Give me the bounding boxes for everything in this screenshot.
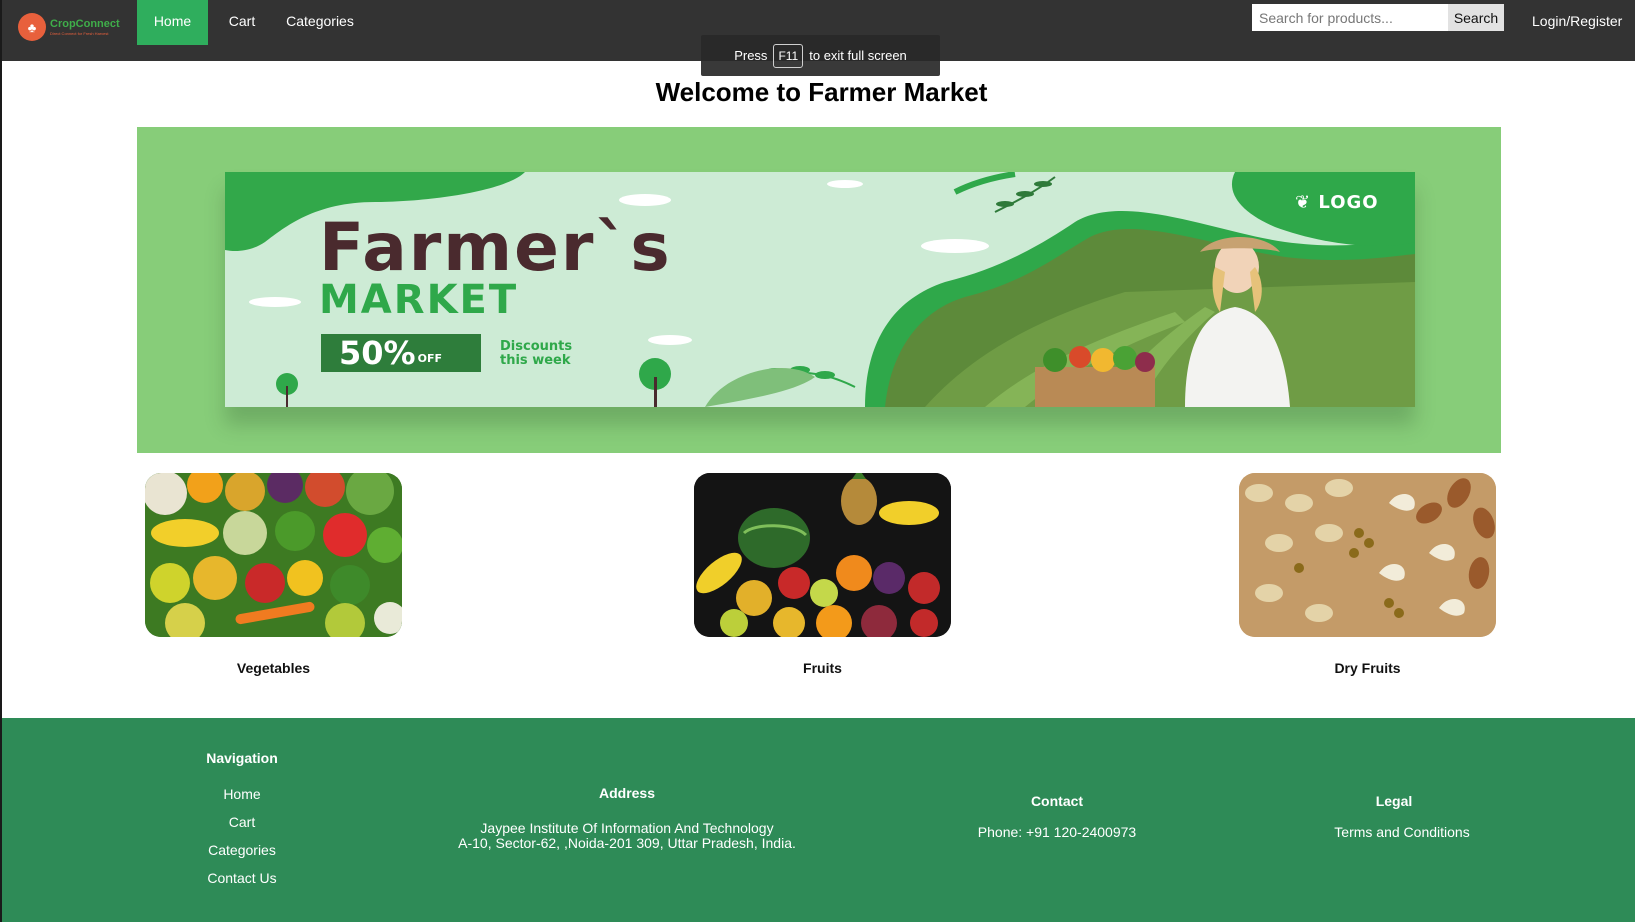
fruits-image[interactable] xyxy=(694,473,951,637)
footer: Navigation Home Cart Categories Contact … xyxy=(2,718,1635,922)
hero-banner: Farmer`s MARKET 50% OFF Discounts this w… xyxy=(225,172,1415,407)
login-register-link[interactable]: Login/Register xyxy=(1532,0,1622,42)
farmer-logo-icon: ♣ xyxy=(18,13,46,41)
footer-legal: Legal Terms and Conditions xyxy=(1302,793,1502,840)
dry-fruits-photo xyxy=(1239,473,1496,637)
category-card-vegetables[interactable]: Vegetables xyxy=(145,473,402,676)
footer-address-line-1: Jaypee Institute Of Information And Tech… xyxy=(480,820,774,836)
brand-tagline: Direct Connect for Fresh Harvest xyxy=(50,30,109,36)
fullscreen-hint: Press F11 to exit full screen xyxy=(701,35,940,76)
search-button[interactable]: Search xyxy=(1448,4,1504,31)
discount-caption: Discounts this week xyxy=(500,340,610,367)
footer-navigation: Navigation Home Cart Categories Contact … xyxy=(142,750,342,892)
vegetables-image[interactable] xyxy=(145,473,402,637)
vegetables-photo xyxy=(145,473,402,637)
category-label-fruits[interactable]: Fruits xyxy=(694,660,951,676)
search-input[interactable] xyxy=(1252,4,1448,31)
banner-logo-text: LOGO xyxy=(1318,192,1379,213)
nav-cart-link[interactable]: Cart xyxy=(212,0,272,45)
discount-value: 50% xyxy=(339,334,416,372)
discount-suffix: OFF xyxy=(417,351,442,365)
dry-fruits-image[interactable] xyxy=(1239,473,1496,637)
brand-text: CropConnect Direct Connect for Fresh Har… xyxy=(50,17,120,36)
discount-line-1: Discounts xyxy=(500,339,573,354)
footer-link-home[interactable]: Home xyxy=(142,780,342,808)
category-card-dry-fruits[interactable]: Dry Fruits xyxy=(1239,473,1496,676)
brand-name: CropConnect xyxy=(50,17,120,30)
discount-badge: 50% OFF xyxy=(321,334,481,372)
page: ♣ CropConnect Direct Connect for Fresh H… xyxy=(2,0,1635,922)
page-title: Welcome to Farmer Market xyxy=(655,77,988,107)
footer-address-title: Address xyxy=(598,785,656,801)
footer-navigation-title: Navigation xyxy=(206,750,278,766)
fullscreen-hint-key: F11 xyxy=(773,43,804,68)
footer-contact: Contact Phone: +91 120-2400973 xyxy=(937,793,1177,840)
category-card-fruits[interactable]: Fruits xyxy=(694,473,951,676)
footer-address-line-2: A-10, Sector-62, ,Noida-201 309, Uttar P… xyxy=(458,835,796,851)
footer-legal-title: Legal xyxy=(1375,793,1413,809)
banner-subtitle: MARKET xyxy=(319,277,519,323)
footer-phone: Phone: +91 120-2400973 xyxy=(977,824,1137,840)
category-label-vegetables[interactable]: Vegetables xyxy=(145,660,402,676)
hero-banner-frame: Farmer`s MARKET 50% OFF Discounts this w… xyxy=(137,127,1501,453)
brand-logo[interactable]: ♣ CropConnect Direct Connect for Fresh H… xyxy=(18,12,120,42)
fullscreen-hint-pre: Press xyxy=(734,48,768,63)
fruits-photo xyxy=(694,473,951,637)
footer-link-categories[interactable]: Categories xyxy=(142,836,342,864)
fullscreen-hint-post: to exit full screen xyxy=(809,48,907,63)
footer-address: Address Jaypee Institute Of Information … xyxy=(422,785,832,851)
discount-line-2: this week xyxy=(500,352,571,368)
nav-categories-link[interactable]: Categories xyxy=(278,0,362,45)
footer-link-cart[interactable]: Cart xyxy=(142,808,342,836)
banner-logo: ❦ LOGO xyxy=(1295,192,1379,213)
banner-title: Farmer`s xyxy=(319,209,672,286)
footer-terms-link[interactable]: Terms and Conditions xyxy=(1334,824,1469,840)
nav-home-link[interactable]: Home xyxy=(137,0,208,45)
footer-contact-title: Contact xyxy=(1030,793,1084,809)
footer-link-contact[interactable]: Contact Us xyxy=(142,864,342,892)
category-label-dry-fruits[interactable]: Dry Fruits xyxy=(1239,660,1496,676)
